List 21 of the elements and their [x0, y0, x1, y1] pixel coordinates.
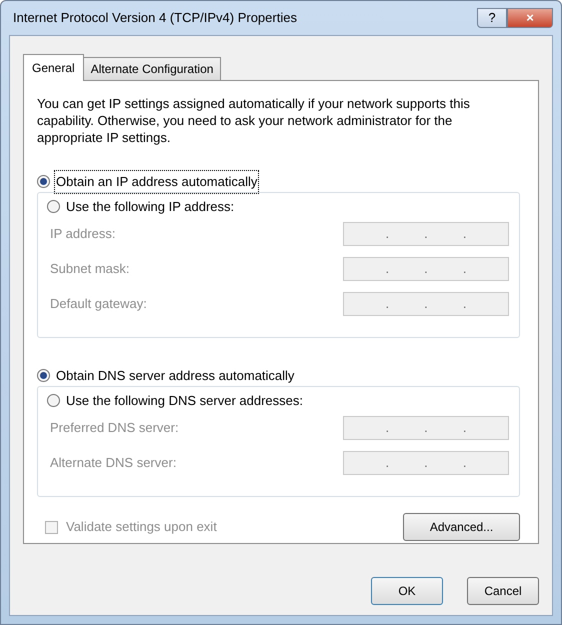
- radio-button[interactable]: [37, 369, 50, 382]
- description-text: You can get IP settings assigned automatically if your network supports this capability. Otherwise, you need to ask your network administrator for the appropriate IP settings.: [37, 95, 471, 146]
- field-label: IP address:: [50, 225, 116, 244]
- dialog-button[interactable]: Cancel: [467, 577, 539, 605]
- window-title: Internet Protocol Version 4 (TCP/IPv4) Properties: [12, 9, 298, 28]
- advanced-button[interactable]: Advanced...: [403, 513, 520, 541]
- field-label: Subnet mask:: [50, 260, 130, 278]
- radio-button[interactable]: [37, 175, 50, 188]
- tab[interactable]: Alternate Configuration: [82, 57, 222, 80]
- field-label: Default gateway:: [50, 295, 147, 314]
- radio-label[interactable]: Obtain DNS server address automatically: [56, 366, 294, 386]
- radio-button[interactable]: [47, 394, 60, 407]
- radio-button[interactable]: [47, 200, 60, 213]
- field-label: Preferred DNS server:: [50, 419, 179, 438]
- dialog-button[interactable]: OK: [371, 577, 443, 605]
- radio-label[interactable]: Use the following IP address:: [66, 196, 234, 216]
- tab[interactable]: General: [23, 54, 84, 81]
- help-button[interactable]: ?: [477, 8, 507, 28]
- radio-label[interactable]: Use the following DNS server addresses:: [66, 390, 303, 410]
- radio-label[interactable]: Obtain an IP address automatically: [56, 172, 258, 192]
- field-label: Alternate DNS server:: [50, 454, 176, 472]
